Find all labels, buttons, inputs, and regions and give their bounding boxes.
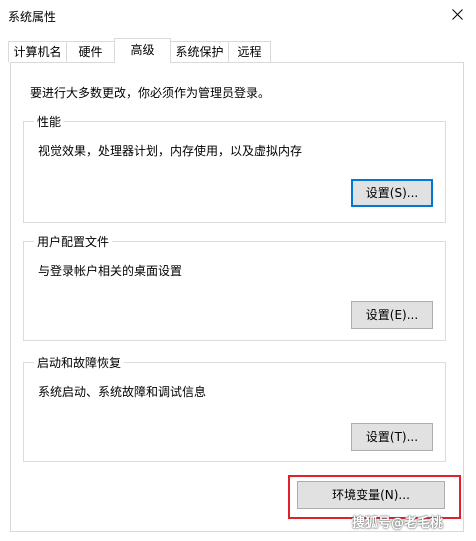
close-button[interactable] [444,2,472,28]
tab-advanced[interactable]: 高级 [114,38,171,63]
performance-group-title: 性能 [34,113,65,130]
user-profiles-group: 用户配置文件 与登录帐户相关的桌面设置 设置(E)... [23,233,446,341]
tab-computer-name[interactable]: 计算机名 [8,41,67,62]
close-icon [452,9,463,20]
startup-recovery-group-title: 启动和故障恢复 [34,354,125,371]
system-properties-window: 系统属性 计算机名 硬件 高级 系统保护 远程 要进行大多数更改，你必须作为管理… [0,0,476,541]
admin-notice: 要进行大多数更改，你必须作为管理员登录。 [30,86,271,100]
user-profiles-description: 与登录帐户相关的桌面设置 [38,264,183,278]
performance-group: 性能 视觉效果，处理器计划，内存使用，以及虚拟内存 设置(S)... [23,113,446,223]
startup-recovery-description: 系统启动、系统故障和调试信息 [38,385,207,399]
title-bar: 系统属性 [0,0,476,34]
window-title: 系统属性 [8,10,57,24]
startup-recovery-group: 启动和故障恢复 系统启动、系统故障和调试信息 设置(T)... [23,354,446,462]
tab-remote[interactable]: 远程 [228,41,271,62]
tab-system-protection[interactable]: 系统保护 [170,41,229,62]
watermark: 搜狐号@老毛桃 [352,516,444,531]
performance-description: 视觉效果，处理器计划，内存使用，以及虚拟内存 [38,144,303,158]
startup-recovery-settings-button[interactable]: 设置(T)... [351,423,433,451]
tab-hardware[interactable]: 硬件 [66,41,115,62]
user-profiles-settings-button[interactable]: 设置(E)... [351,301,433,329]
performance-settings-button[interactable]: 设置(S)... [351,179,433,207]
user-profiles-group-title: 用户配置文件 [34,233,113,250]
